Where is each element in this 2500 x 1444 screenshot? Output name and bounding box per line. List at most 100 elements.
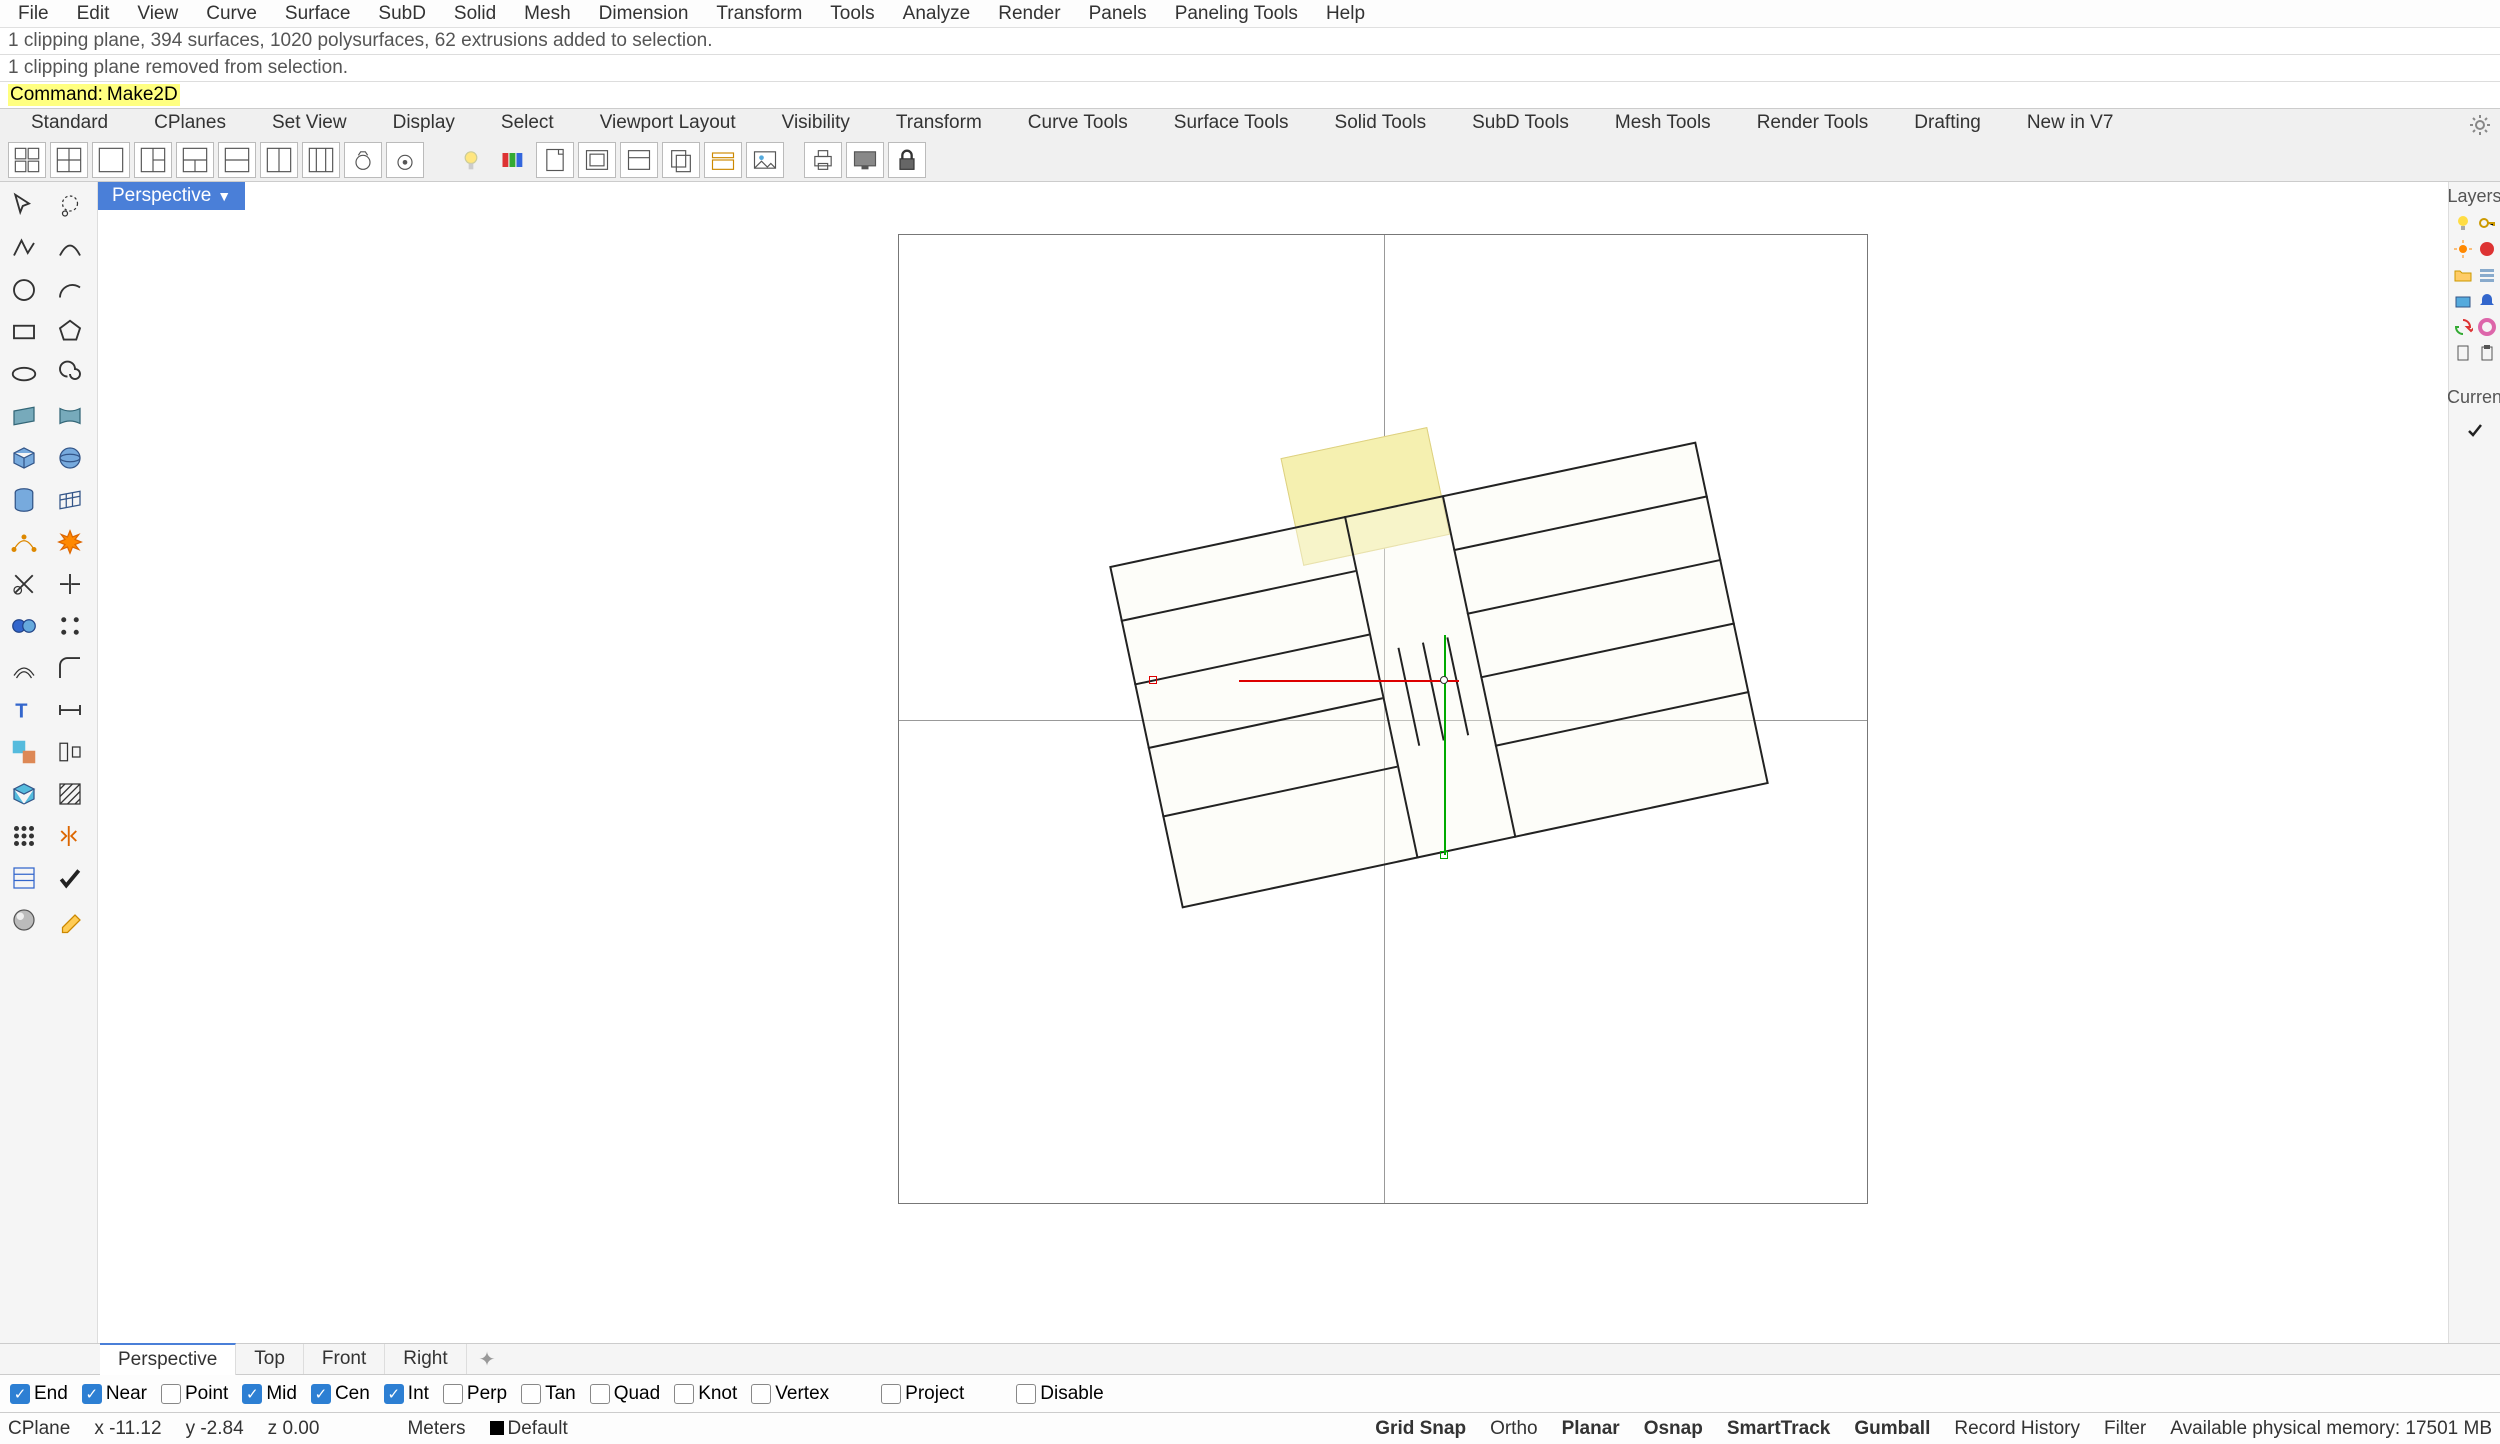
- status-gumball[interactable]: Gumball: [1854, 1418, 1930, 1440]
- join-icon[interactable]: [2, 606, 46, 646]
- dimension-icon[interactable]: [48, 690, 92, 730]
- status-record-history[interactable]: Record History: [1954, 1418, 2080, 1440]
- camera-panel-icon[interactable]: [2453, 291, 2473, 311]
- osnap-disable[interactable]: Disable: [1016, 1383, 1103, 1405]
- sun-icon[interactable]: [2453, 239, 2473, 259]
- gumball-origin[interactable]: [1440, 676, 1448, 684]
- osnap-cen[interactable]: ✓Cen: [311, 1383, 370, 1405]
- tab-curve-tools[interactable]: Curve Tools: [1005, 107, 1151, 138]
- osnap-project[interactable]: Project: [881, 1383, 964, 1405]
- status-ortho[interactable]: Ortho: [1490, 1418, 1538, 1440]
- color-palette-icon[interactable]: [494, 142, 532, 178]
- menu-view[interactable]: View: [123, 1, 192, 27]
- surface-plane-icon[interactable]: [2, 396, 46, 436]
- edit-points-icon[interactable]: [2, 522, 46, 562]
- key-icon[interactable]: [2477, 213, 2497, 233]
- viewport-3view-icon[interactable]: [134, 142, 172, 178]
- tab-drafting[interactable]: Drafting: [1891, 107, 2004, 138]
- viewport-canvas[interactable]: [98, 214, 2448, 1343]
- view-tab-right[interactable]: Right: [385, 1344, 466, 1374]
- lasso-icon[interactable]: [48, 186, 92, 226]
- osnap-near[interactable]: ✓Near: [82, 1383, 147, 1405]
- menu-edit[interactable]: Edit: [63, 1, 124, 27]
- tab-subd-tools[interactable]: SubD Tools: [1449, 107, 1592, 138]
- menu-dimension[interactable]: Dimension: [585, 1, 703, 27]
- viewport-2h-icon[interactable]: [218, 142, 256, 178]
- menu-tools[interactable]: Tools: [816, 1, 888, 27]
- osnap-vertex[interactable]: Vertex: [751, 1383, 829, 1405]
- properties-icon[interactable]: [2, 858, 46, 898]
- tab-render-tools[interactable]: Render Tools: [1734, 107, 1892, 138]
- polygon-icon[interactable]: [48, 312, 92, 352]
- menu-mesh[interactable]: Mesh: [510, 1, 584, 27]
- points-icon[interactable]: [48, 606, 92, 646]
- view-tab-top[interactable]: Top: [236, 1344, 304, 1374]
- pointer-icon[interactable]: [2, 186, 46, 226]
- mirror-icon[interactable]: [48, 816, 92, 856]
- menu-file[interactable]: File: [4, 1, 63, 27]
- explode-icon[interactable]: [48, 522, 92, 562]
- viewport-split-icon[interactable]: [302, 142, 340, 178]
- rectangle-icon[interactable]: [2, 312, 46, 352]
- hatch-icon[interactable]: [48, 774, 92, 814]
- osnap-perp[interactable]: Perp: [443, 1383, 507, 1405]
- status-smarttrack[interactable]: SmartTrack: [1727, 1418, 1831, 1440]
- offset-icon[interactable]: [2, 648, 46, 688]
- menu-panels[interactable]: Panels: [1075, 1, 1161, 27]
- add-view-tab[interactable]: ✦: [467, 1343, 508, 1376]
- material-icon[interactable]: [2477, 239, 2497, 259]
- tab-visibility[interactable]: Visibility: [759, 107, 873, 138]
- mesh-plane-icon[interactable]: [48, 480, 92, 520]
- tab-standard[interactable]: Standard: [8, 107, 131, 138]
- ellipse-icon[interactable]: [2, 354, 46, 394]
- status-filter[interactable]: Filter: [2104, 1418, 2146, 1440]
- arc-icon[interactable]: [48, 270, 92, 310]
- tab-mesh-tools[interactable]: Mesh Tools: [1592, 107, 1734, 138]
- array-icon[interactable]: [2, 816, 46, 856]
- lightbulb-icon[interactable]: [2453, 213, 2473, 233]
- gumball-y-handle[interactable]: [1440, 851, 1448, 859]
- viewport-4view-icon[interactable]: [8, 142, 46, 178]
- viewport-single-icon[interactable]: [92, 142, 130, 178]
- paint-icon[interactable]: [48, 900, 92, 940]
- sphere-icon[interactable]: [48, 438, 92, 478]
- gear-icon[interactable]: [2468, 113, 2492, 137]
- fillet-icon[interactable]: [48, 648, 92, 688]
- osnap-quad[interactable]: Quad: [590, 1383, 660, 1405]
- cycles-icon[interactable]: [2453, 317, 2473, 337]
- checkmark-icon[interactable]: [2465, 420, 2485, 440]
- tab-display[interactable]: Display: [370, 107, 478, 138]
- folder-icon[interactable]: [2453, 265, 2473, 285]
- layout-manager-icon[interactable]: [704, 142, 742, 178]
- status-grid-snap[interactable]: Grid Snap: [1375, 1418, 1466, 1440]
- document-panel-icon[interactable]: [2453, 343, 2473, 363]
- gumball-x-handle[interactable]: [1149, 676, 1157, 684]
- status-cplane[interactable]: CPlane: [8, 1418, 70, 1440]
- status-planar[interactable]: Planar: [1562, 1418, 1620, 1440]
- curve-icon[interactable]: [48, 228, 92, 268]
- menu-subd[interactable]: SubD: [364, 1, 440, 27]
- viewport-4view-b-icon[interactable]: [50, 142, 88, 178]
- wallpaper-icon[interactable]: [746, 142, 784, 178]
- tab-set-view[interactable]: Set View: [249, 107, 370, 138]
- osnap-int[interactable]: ✓Int: [384, 1383, 429, 1405]
- camera-2-icon[interactable]: [386, 142, 424, 178]
- light-icon[interactable]: [452, 142, 490, 178]
- menu-transform[interactable]: Transform: [702, 1, 816, 27]
- command-prompt-text[interactable]: Make2D: [105, 84, 180, 106]
- circle-icon[interactable]: [2, 270, 46, 310]
- view-tab-front[interactable]: Front: [304, 1344, 385, 1374]
- viewport-label[interactable]: Perspective ▼: [98, 182, 245, 210]
- box-icon[interactable]: [2, 438, 46, 478]
- status-units[interactable]: Meters: [407, 1418, 465, 1440]
- osnap-mid[interactable]: ✓Mid: [242, 1383, 297, 1405]
- render-icon[interactable]: [2, 900, 46, 940]
- copy-layout-icon[interactable]: [662, 142, 700, 178]
- gumball-y-axis[interactable]: [1444, 635, 1446, 855]
- layers-panel-label[interactable]: Layers: [2447, 186, 2500, 207]
- layout-icon[interactable]: [578, 142, 616, 178]
- status-osnap[interactable]: Osnap: [1644, 1418, 1703, 1440]
- menu-paneling-tools[interactable]: Paneling Tools: [1161, 1, 1312, 27]
- menu-render[interactable]: Render: [984, 1, 1074, 27]
- osnap-knot[interactable]: Knot: [674, 1383, 737, 1405]
